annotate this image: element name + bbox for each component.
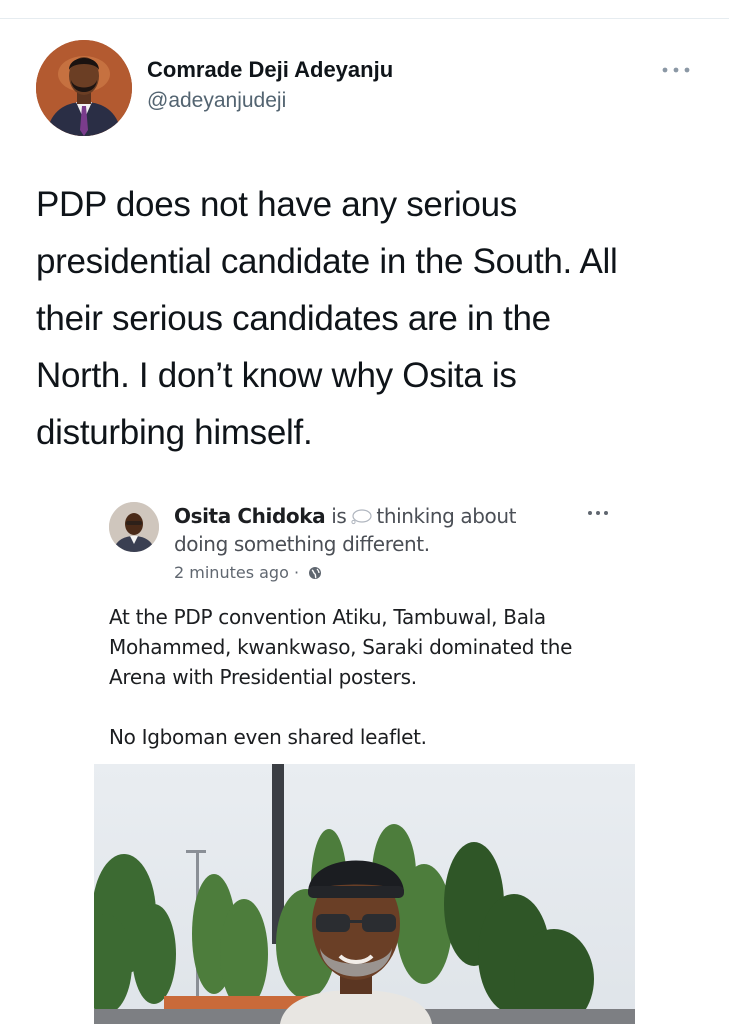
status-detail: doing something different. [174,532,430,556]
post-body-line: Mohammed, kwankwaso, Saraki dominated th… [109,635,573,659]
embedded-author-name: Osita Chidoka [174,504,326,528]
tweet-text-line: presidential candidate in the South. All [36,242,618,281]
embedded-post-header: Osita Chidoka is thinking about doing som… [174,502,574,584]
tweet-text: PDP does not have any serious presidenti… [36,176,701,461]
embedded-more-icon [587,502,609,516]
status-is-label: is [331,504,347,528]
embedded-author-avatar [109,502,159,552]
embedded-post-image[interactable]: Osita Chidoka is thinking about doing som… [94,488,635,1024]
tweet-text-line: their serious candidates are in the [36,299,551,338]
post-body-line: At the PDP convention Atiku, Tambuwal, B… [109,605,546,629]
time-separator: · [293,563,300,582]
post-timestamp: 2 minutes ago · [174,562,574,584]
post-time-text: 2 minutes ago [174,563,289,582]
author-handle[interactable]: @adeyanjudeji [147,87,393,115]
top-divider [0,18,729,19]
post-body-line: Arena with Presidential posters. [109,665,417,689]
tweet-text-line: North. I don’t know why Osita is [36,356,517,395]
author-names: Comrade Deji Adeyanju @adeyanjudeji [147,56,393,115]
author-avatar[interactable] [36,40,132,136]
globe-icon [308,564,322,579]
author-display-name[interactable]: Comrade Deji Adeyanju [147,56,393,84]
status-activity: thinking about [376,504,517,528]
tweet-text-line: disturbing himself. [36,413,313,452]
embedded-post-body: At the PDP convention Atiku, Tambuwal, B… [109,602,629,752]
post-body-final-line: No Igboman even shared leaflet. [109,725,427,749]
tweet-header: Comrade Deji Adeyanju @adeyanjudeji [36,40,696,136]
thought-bubble-icon [350,504,372,525]
convention-photo [94,764,635,1024]
tweet-text-line: PDP does not have any serious [36,185,517,224]
more-options-icon[interactable] [656,58,696,78]
